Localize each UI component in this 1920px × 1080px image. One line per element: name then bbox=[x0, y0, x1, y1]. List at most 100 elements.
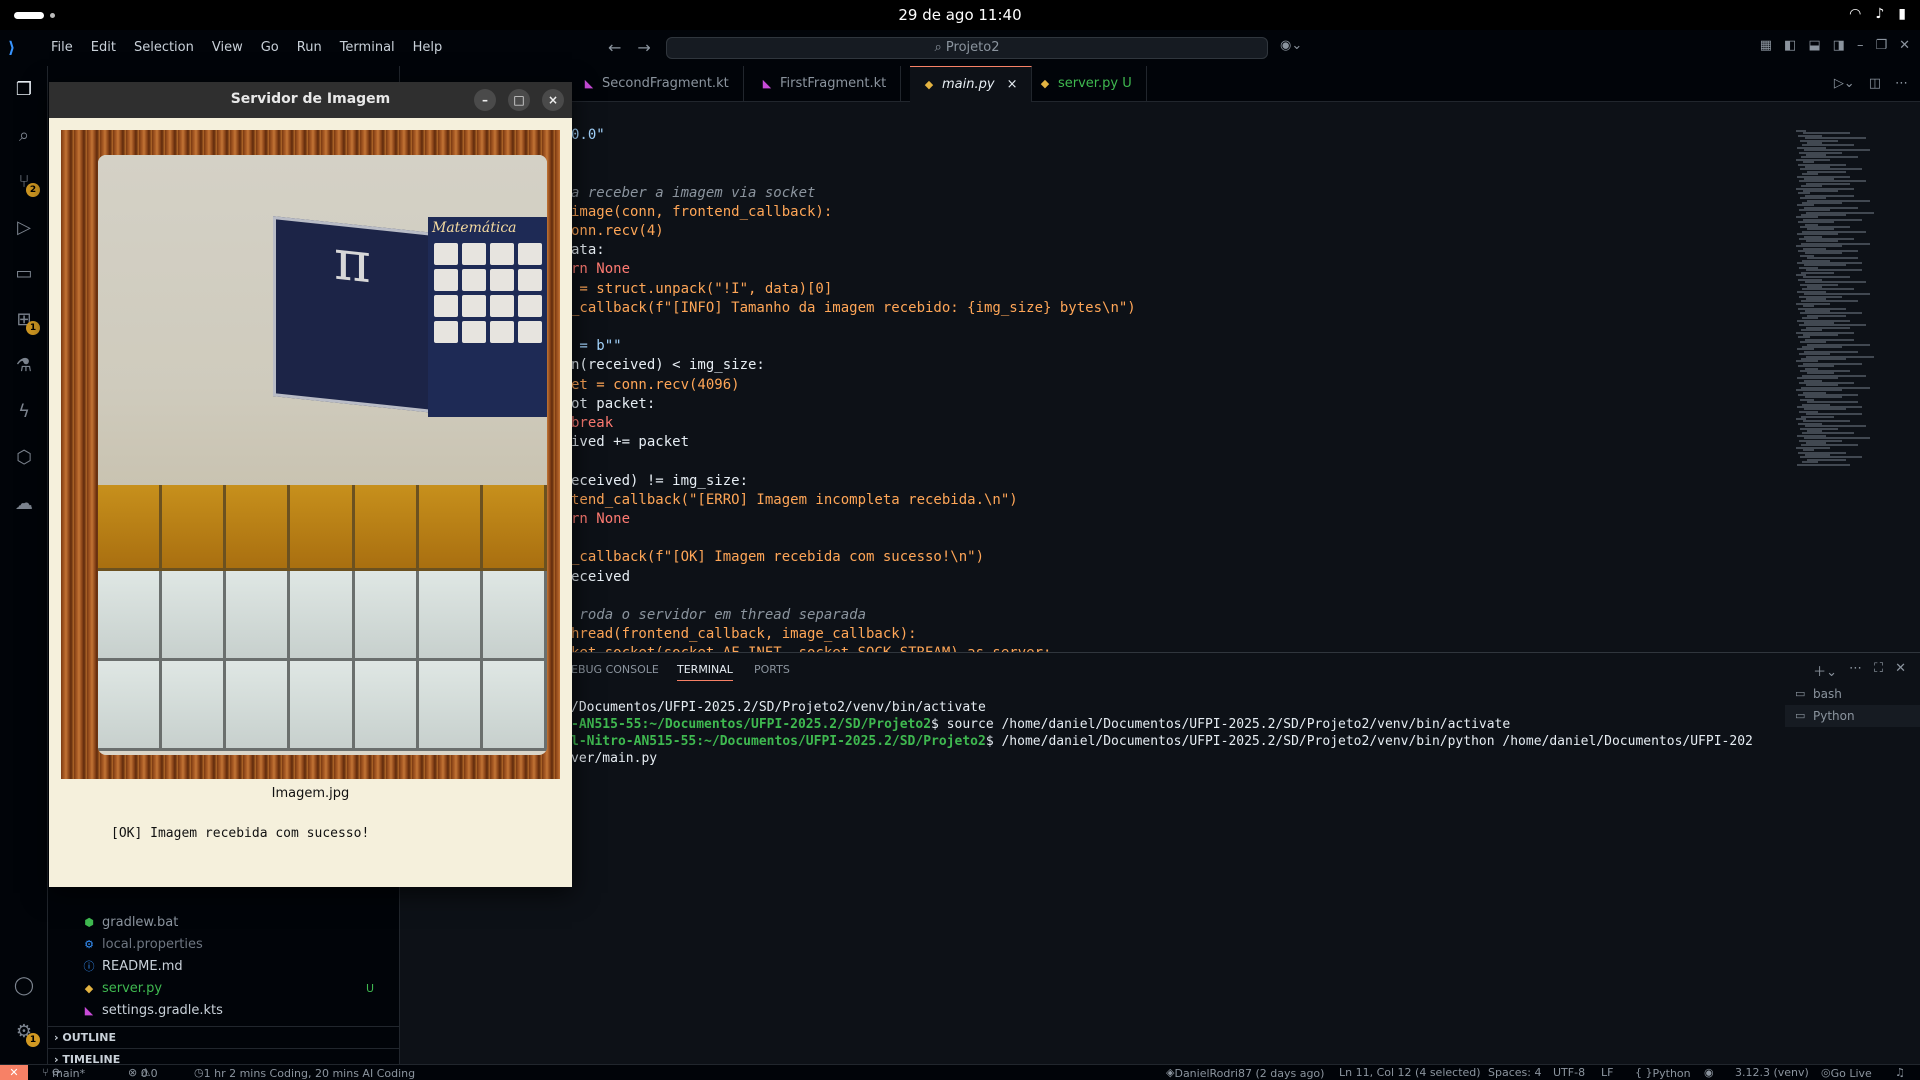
code-line: ived += packet bbox=[571, 434, 690, 451]
encoding[interactable]: UTF-8 bbox=[1553, 1066, 1585, 1079]
git-branch[interactable]: ⑂ main* ⟳ bbox=[42, 1066, 85, 1080]
run-debug-icon[interactable]: ▷ bbox=[12, 216, 36, 240]
window-close-button[interactable]: × bbox=[542, 89, 564, 111]
extensions-icon[interactable]: ⊞ 1 bbox=[12, 308, 40, 335]
menu-edit[interactable]: Edit bbox=[82, 40, 125, 55]
menu-help[interactable]: Help bbox=[404, 40, 452, 55]
layout-controls: ▦ ◧ ⬓ ◨ – ❐ ✕ bbox=[1760, 38, 1910, 53]
language-mode[interactable]: { } Python bbox=[1635, 1066, 1691, 1080]
search-icon: ⌕ bbox=[934, 40, 946, 55]
window-minimize-button[interactable]: – bbox=[474, 89, 496, 111]
python-icon: ◆ bbox=[84, 982, 94, 995]
code-line: = b"" bbox=[571, 338, 622, 355]
code-line: = struct.unpack("!I", data)[0] bbox=[571, 280, 833, 297]
terminal-item-python[interactable]: ▭ Python bbox=[1785, 705, 1920, 727]
source-control-icon[interactable]: ⑂ 2 bbox=[12, 170, 40, 197]
testing-icon[interactable]: ⚗ bbox=[12, 354, 36, 378]
search-icon[interactable]: ⌕ bbox=[12, 124, 36, 148]
toggle-secondary-sidebar-icon[interactable]: ◨ bbox=[1833, 38, 1845, 53]
back-arrow-icon[interactable]: ← bbox=[608, 38, 621, 57]
close-panel-icon[interactable]: ✕ bbox=[1895, 661, 1906, 680]
forward-arrow-icon[interactable]: → bbox=[637, 38, 650, 57]
close-icon[interactable]: ✕ bbox=[1899, 38, 1910, 53]
tab-main-py[interactable]: ◆ main.py × bbox=[910, 66, 1033, 102]
window-maximize-button[interactable]: □ bbox=[508, 89, 530, 111]
minimap-line bbox=[1797, 463, 1850, 466]
explorer-icon[interactable]: ❐ bbox=[12, 78, 36, 102]
python-interpreter[interactable]: 3.12.3 (venv) bbox=[1735, 1066, 1809, 1079]
toggle-sidebar-icon[interactable]: ◧ bbox=[1784, 38, 1796, 53]
code-line: _callback(f"[INFO] Tamanho da imagem rec… bbox=[571, 299, 1136, 316]
menu-go[interactable]: Go bbox=[252, 40, 288, 55]
containers-icon[interactable]: ⬡ bbox=[12, 446, 36, 470]
toggle-panel-icon[interactable]: ⬓ bbox=[1808, 38, 1820, 53]
terminal-item-bash[interactable]: ▭ bash bbox=[1785, 683, 1920, 705]
file-item[interactable]: ◆ server.py U bbox=[82, 978, 392, 1000]
clock[interactable]: 29 de ago 11:40 bbox=[0, 6, 1920, 24]
terminal-icon: ▭ bbox=[1795, 709, 1806, 722]
tab-second-fragment[interactable]: ◣ SecondFragment.kt bbox=[570, 66, 744, 102]
minimap[interactable] bbox=[1790, 102, 1890, 652]
tab-terminal[interactable]: TERMINAL bbox=[677, 663, 733, 681]
navigation-arrows: ← → bbox=[608, 38, 651, 57]
restore-icon[interactable]: ❐ bbox=[1875, 38, 1887, 53]
split-editor-icon[interactable]: ◫ bbox=[1869, 76, 1881, 91]
window-title-bar[interactable]: Servidor de Imagem – □ × bbox=[49, 82, 572, 118]
indentation[interactable]: Spaces: 4 bbox=[1488, 1066, 1541, 1079]
tab-git-status: U bbox=[1122, 76, 1132, 91]
tab-close-icon[interactable]: × bbox=[1007, 77, 1018, 92]
remote-explorer-icon[interactable]: ▭ bbox=[12, 262, 36, 286]
maximize-panel-icon[interactable]: ⛶ bbox=[1874, 661, 1883, 680]
file-item[interactable]: ⓘ README.md bbox=[82, 956, 392, 978]
go-live-label: Go Live bbox=[1830, 1067, 1872, 1080]
battery-icon[interactable]: ▮ bbox=[1898, 6, 1906, 22]
notifications-icon[interactable]: ♫ bbox=[1895, 1066, 1905, 1079]
file-item[interactable]: ⬢ gradlew.bat bbox=[82, 912, 392, 934]
search-placeholder: Projeto2 bbox=[945, 40, 1000, 55]
run-file-icon[interactable]: ▷⌄ bbox=[1834, 76, 1855, 91]
received-image: π Matemática bbox=[98, 155, 547, 755]
wifi-icon[interactable]: ◠ bbox=[1849, 6, 1861, 22]
menu-selection[interactable]: Selection bbox=[125, 40, 203, 55]
menu-terminal[interactable]: Terminal bbox=[331, 40, 404, 55]
go-live[interactable]: ◎ Go Live bbox=[1821, 1066, 1872, 1080]
system-tray[interactable]: ◠ ♪ ▮ bbox=[1849, 6, 1906, 22]
tab-server-py[interactable]: ◆ server.py U bbox=[1026, 66, 1147, 102]
file-item[interactable]: ◣ settings.gradle.kts bbox=[82, 1000, 392, 1022]
account-icon[interactable]: ◯ bbox=[12, 974, 36, 998]
git-blame[interactable]: ◈ DanielRodri87 (2 days ago) bbox=[1166, 1066, 1324, 1080]
end-of-line[interactable]: LF bbox=[1601, 1066, 1613, 1079]
outline-section[interactable]: › OUTLINE bbox=[48, 1026, 400, 1048]
gradle-icon: ⬢ bbox=[84, 916, 94, 929]
copilot-icon[interactable]: ◉⌄ bbox=[1280, 38, 1302, 53]
command-center-search[interactable]: ⌕ Projeto2 bbox=[666, 37, 1268, 59]
cursor-position[interactable]: Ln 11, Col 12 (4 selected) bbox=[1339, 1066, 1481, 1079]
copilot-status-icon[interactable]: ◉ bbox=[1704, 1066, 1714, 1079]
problems-indicator[interactable]: ⊗ 0 ⚠ 0 bbox=[128, 1066, 158, 1080]
terminal-item-label: bash bbox=[1813, 687, 1842, 701]
more-actions-icon[interactable]: ⋯ bbox=[1849, 661, 1862, 680]
menu-run[interactable]: Run bbox=[288, 40, 331, 55]
tab-debug-console[interactable]: EBUG CONSOLE bbox=[571, 663, 659, 676]
kotlin-icon: ◣ bbox=[84, 1004, 94, 1017]
settings-gear-icon[interactable]: ⚙ 1 bbox=[12, 1020, 40, 1047]
minimize-icon[interactable]: – bbox=[1857, 38, 1864, 53]
remote-indicator-icon[interactable]: ✕ bbox=[0, 1065, 28, 1080]
lightning-icon[interactable]: ϟ bbox=[12, 400, 36, 424]
volume-icon[interactable]: ♪ bbox=[1875, 6, 1884, 22]
customize-layout-icon[interactable]: ▦ bbox=[1760, 38, 1772, 53]
file-item[interactable]: ⚙ local.properties bbox=[82, 934, 392, 956]
tab-first-fragment[interactable]: ◣ FirstFragment.kt bbox=[748, 66, 902, 102]
code-editor[interactable]: 0.0" a receber a imagem via socket image(c… bbox=[400, 102, 1790, 661]
terminal-line: l-Nitro-AN515-55:~/Documentos/UFPI-2025.… bbox=[571, 733, 1753, 750]
terminal-text: $ /home/daniel/Documentos/UFPI-2025.2/SD… bbox=[985, 734, 1753, 749]
docker-icon[interactable]: ☁ bbox=[12, 492, 36, 516]
file-label: README.md bbox=[102, 959, 183, 974]
more-actions-icon[interactable]: ⋯ bbox=[1895, 76, 1908, 91]
new-terminal-icon[interactable]: ＋⌄ bbox=[1813, 661, 1837, 680]
menu-view[interactable]: View bbox=[203, 40, 252, 55]
wakatime-status[interactable]: ◷ 1 hr 2 mins Coding, 20 mins AI Coding bbox=[194, 1066, 415, 1080]
image-caption: Imagem.jpg bbox=[271, 786, 350, 801]
tab-ports[interactable]: PORTS bbox=[754, 663, 790, 676]
menu-file[interactable]: File bbox=[42, 40, 82, 55]
